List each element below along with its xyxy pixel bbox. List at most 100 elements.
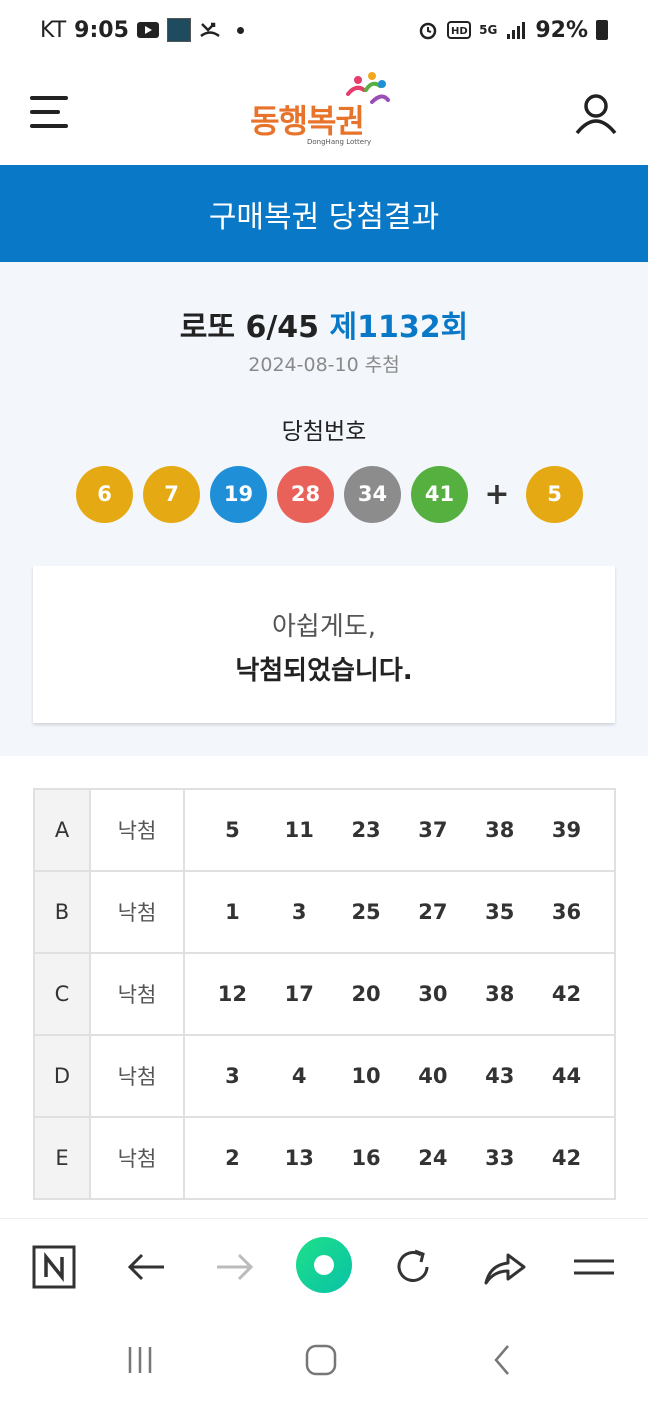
forward-arrow-icon[interactable] [207,1239,263,1295]
green-dot-icon[interactable] [294,1235,354,1295]
browser-toolbar [0,1218,648,1315]
user-account-icon[interactable] [574,91,618,135]
winning-ball: 19 [210,465,267,523]
battery-icon [596,20,608,40]
game-numbers: 3 4 10 40 43 44 [183,1034,616,1118]
game-number: 39 [551,818,582,842]
network-type: 5G [479,23,498,37]
table-row: E 낙첨 2 13 16 24 33 42 [33,1116,616,1200]
draw-result-section: 로또 6/45 제1132회 2024-08-10 추첨 당첨번호 6 7 19… [0,262,648,756]
game-number: 20 [351,982,381,1006]
winning-ball: 34 [344,465,401,523]
table-row: C 낙첨 12 17 20 30 38 42 [33,952,616,1036]
game-slot: E [33,1116,91,1200]
game-numbers: 2 13 16 24 33 42 [183,1116,616,1200]
back-arrow-icon[interactable] [118,1239,174,1295]
battery-percent: 92% [535,17,588,43]
game-status: 낙첨 [89,870,185,954]
result-message-line2: 낙첨되었습니다. [235,656,413,686]
refresh-icon[interactable] [385,1239,441,1295]
draw-date: 2024-08-10 추첨 [248,354,400,376]
hamburger-menu-icon[interactable] [30,95,70,130]
game-number: 25 [351,900,381,924]
menu-icon[interactable] [566,1239,622,1295]
game-status: 낙첨 [89,788,185,872]
game-number: 5 [225,818,240,842]
logo-figures-icon [346,71,390,104]
game-number: 42 [551,982,582,1006]
game-number: 3 [225,1064,240,1088]
app-header: 동행복권 DongHang Lottery [0,60,648,165]
signal-icon [507,22,526,39]
system-navigation-bar [0,1314,648,1404]
game-number: 43 [485,1064,515,1088]
notification-dot-icon [236,26,244,34]
result-message-line1: 아쉽게도, [272,612,376,642]
bonus-ball: 5 [526,465,583,523]
game-number: 3 [291,900,307,924]
game-number: 10 [351,1064,381,1088]
game-number: 33 [485,1146,515,1170]
donghang-logo[interactable]: 동행복권 DongHang Lottery [247,68,397,158]
app-thumbnail-icon [166,18,191,42]
page-title: 구매복권 당첨결과 [208,199,440,235]
game-number: 13 [284,1146,314,1170]
game-slot: A [33,788,91,872]
share-icon[interactable] [476,1239,532,1295]
game-slot: B [33,870,91,954]
game-status: 낙첨 [89,1116,185,1200]
game-number: 37 [418,818,448,842]
purchased-games-table: A 낙첨 5 11 23 37 38 39 B 낙첨 1 3 25 27 35 … [33,788,616,1200]
game-number: 44 [551,1064,582,1088]
recent-apps-icon[interactable] [118,1340,162,1380]
game-status: 낙첨 [89,952,185,1036]
clock: 9:05 [74,17,129,43]
alarm-icon [419,22,437,40]
round-number: 제1132회 [329,310,469,345]
plus-icon: + [484,476,510,512]
game-number: 11 [284,818,314,842]
game-number: 4 [291,1064,307,1088]
result-message-card: 아쉽게도, 낙첨되었습니다. [33,566,615,723]
game-numbers: 5 11 23 37 38 39 [183,788,616,872]
game-number: 1 [225,900,240,924]
winning-numbers: 6 7 19 28 34 41 + 5 [76,465,593,523]
game-number: 24 [418,1146,448,1170]
game-slot: C [33,952,91,1036]
winning-ball: 28 [277,465,334,523]
game-number: 23 [351,818,381,842]
game-number: 42 [551,1146,582,1170]
game-number: 30 [418,982,448,1006]
game-number: 38 [485,982,515,1006]
carrier-label: KT [40,17,67,43]
game-number: 40 [418,1064,448,1088]
draw-title: 로또 6/45 제1132회 [0,302,648,346]
home-icon[interactable] [299,1340,343,1380]
game-number: 17 [284,982,314,1006]
game-status: 낙첨 [89,1034,185,1118]
table-row: B 낙첨 1 3 25 27 35 36 [33,870,616,954]
game-number: 16 [351,1146,381,1170]
status-bar-right: HD 5G 92% [417,18,608,43]
status-bar: KT 9:05 HD 5G 92% [0,0,648,60]
winning-ball: 41 [411,465,468,523]
game-number: 35 [485,900,515,924]
game-slot: D [33,1034,91,1118]
page-title-bar: 구매복권 당첨결과 [0,165,648,262]
youtube-icon [136,22,159,38]
winning-ball: 7 [143,465,200,523]
naver-home-icon[interactable] [26,1239,82,1295]
game-number: 12 [217,982,248,1006]
game-number: 36 [551,900,582,924]
game-number: 2 [225,1146,240,1170]
game-name: 로또 6/45 [179,310,320,345]
table-row: D 낙첨 3 4 10 40 43 44 [33,1034,616,1118]
winning-ball: 6 [76,465,133,523]
table-row: A 낙첨 5 11 23 37 38 39 [33,788,616,872]
game-number: 38 [485,818,515,842]
game-numbers: 1 3 25 27 35 36 [183,870,616,954]
logo-subtitle: DongHang Lottery [307,137,372,146]
status-bar-left: KT 9:05 [40,18,244,43]
game-numbers: 12 17 20 30 38 42 [183,952,616,1036]
back-icon[interactable] [480,1340,524,1380]
